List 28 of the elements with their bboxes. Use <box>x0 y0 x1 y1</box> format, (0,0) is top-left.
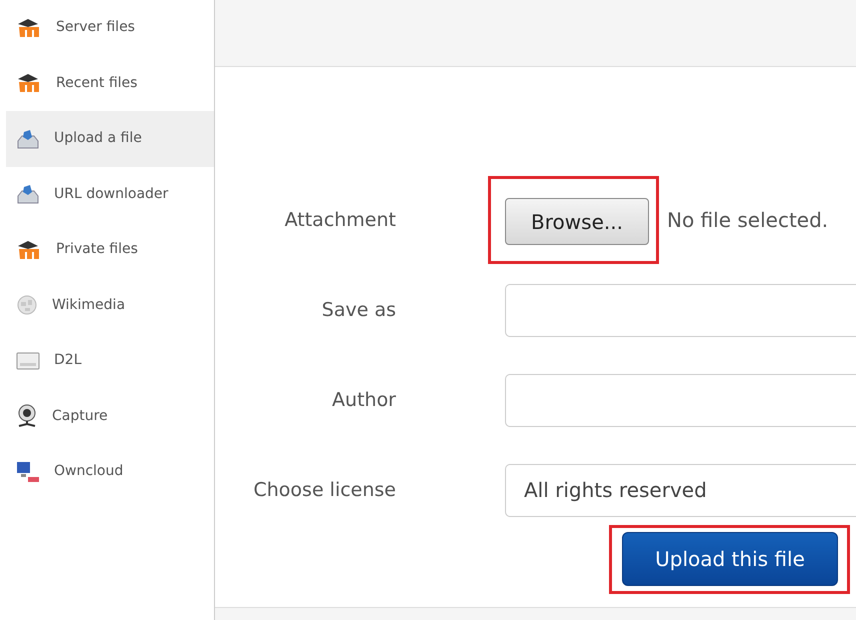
sidebar-item[interactable]: URL downloader <box>6 166 214 222</box>
screen-icon <box>16 350 40 371</box>
inbox-tray-icon <box>16 128 40 150</box>
field-label: Author <box>331 388 396 413</box>
field-label: Save as <box>320 298 396 323</box>
computer-icon <box>16 460 40 483</box>
sidebar-item[interactable]: Owncloud <box>6 444 214 500</box>
file-status-text: No file selected. <box>667 207 828 234</box>
inbox-tray-icon <box>16 183 40 206</box>
sidebar-item[interactable]: D2L <box>6 333 214 388</box>
text-field[interactable] <box>505 284 856 336</box>
moodle-logo-icon <box>16 240 42 260</box>
sidebar-item[interactable]: Capture <box>6 388 214 444</box>
moodle-logo-icon <box>16 73 42 94</box>
sidebar-item[interactable]: Wikimedia <box>6 278 214 333</box>
webcam-icon <box>16 404 38 428</box>
license-dropdown[interactable]: All rights reserved <box>505 464 856 516</box>
field-label: Attachment <box>284 208 396 233</box>
upload-button[interactable]: Upload this file <box>622 532 838 586</box>
globe-icon <box>16 294 38 316</box>
text-field[interactable] <box>505 374 856 426</box>
sidebar-item[interactable]: Private files <box>6 222 214 278</box>
sidebar-item[interactable]: Server files <box>6 0 214 56</box>
sidebar-item[interactable]: Recent files <box>6 56 214 111</box>
sidebar-item[interactable]: Upload a file <box>6 111 214 166</box>
browse-button[interactable]: Browse... <box>505 198 649 245</box>
moodle-logo-icon <box>16 18 42 38</box>
field-label: Choose license <box>252 478 396 503</box>
